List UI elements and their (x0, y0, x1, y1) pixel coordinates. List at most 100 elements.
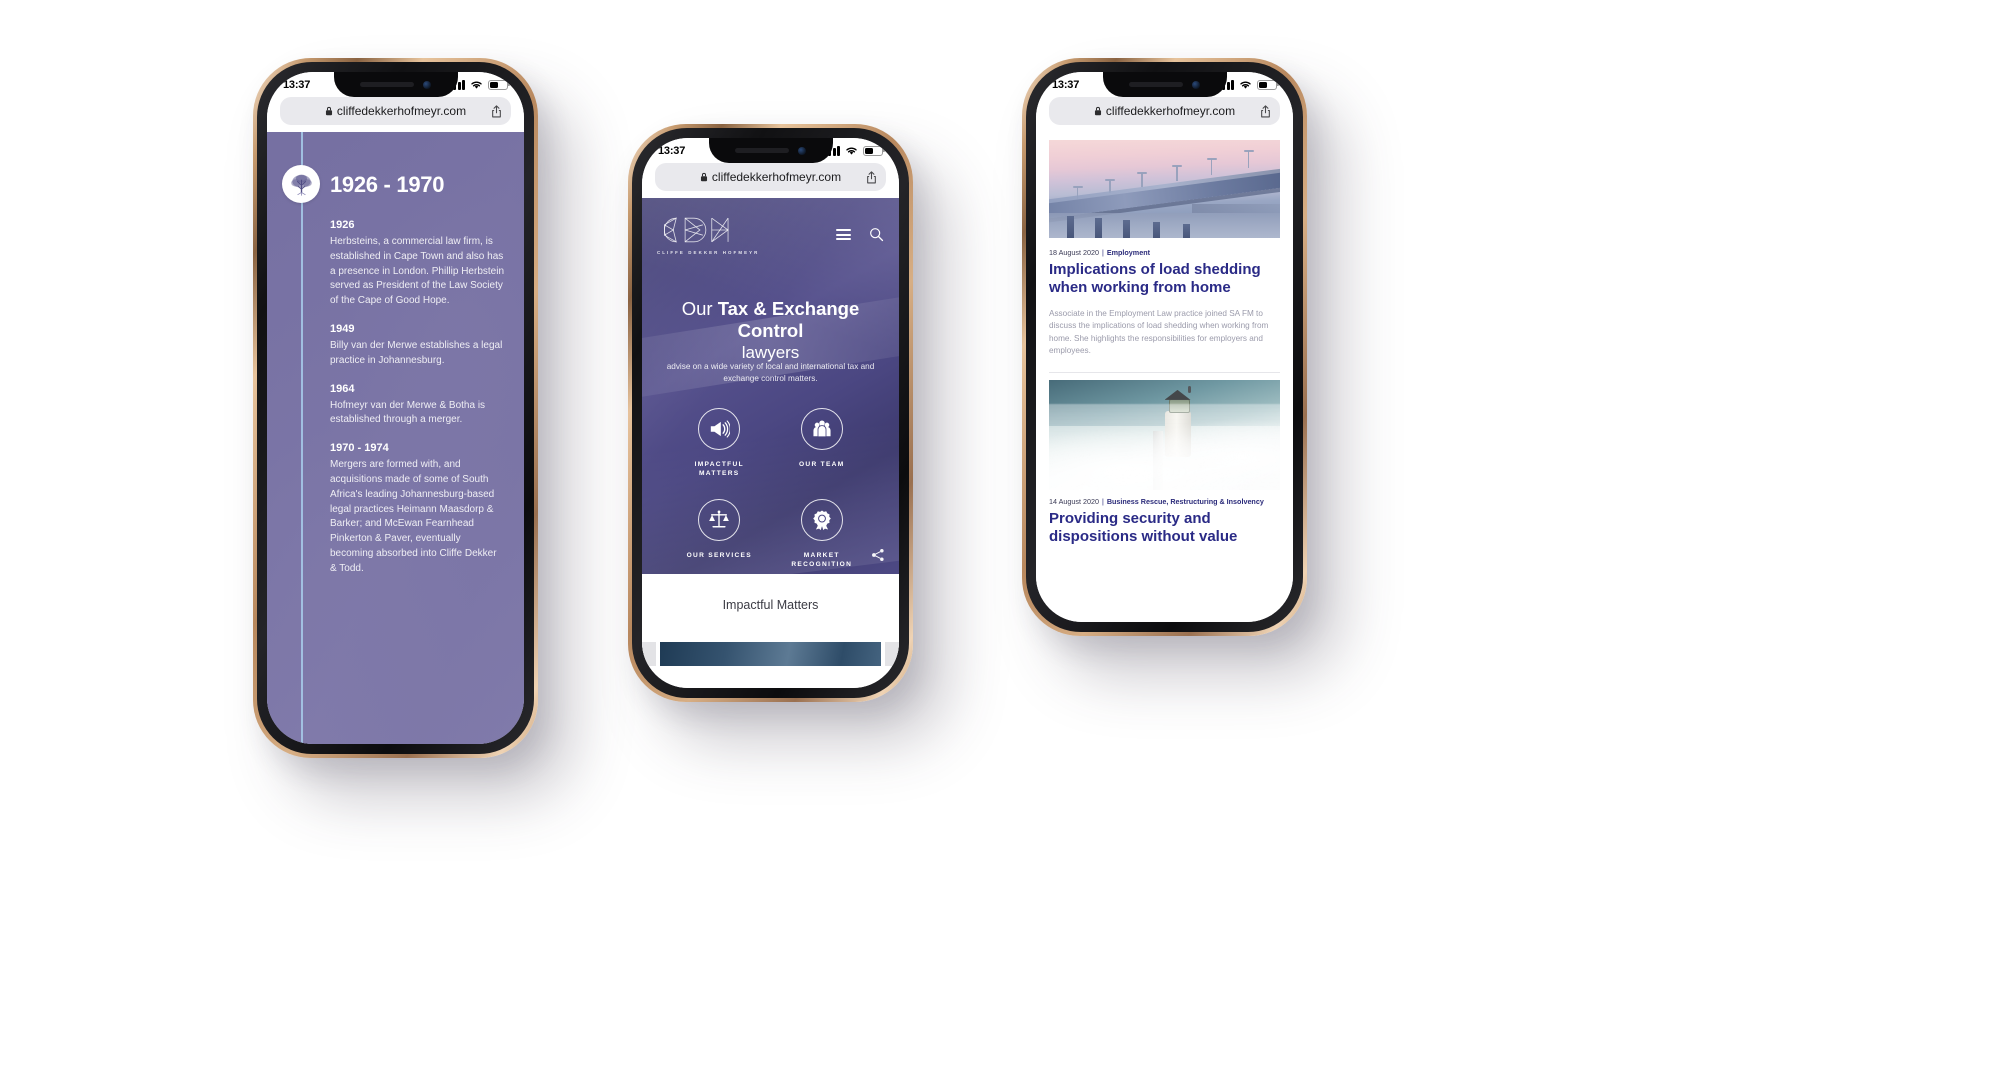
front-camera-icon (423, 80, 432, 89)
phone-right: 13:37 cliffedekkerhofmeyr.com 18 August … (1022, 58, 1307, 636)
wifi-icon (1240, 81, 1251, 89)
quick-link-impactful-matters[interactable]: IMPACTFUL MATTERS (668, 408, 771, 479)
event-year: 1964 (330, 382, 355, 395)
event-text: Billy van der Merwe establishes a legal … (330, 339, 503, 366)
status-time: 13:37 (1052, 78, 1080, 91)
section-title: Impactful Matters (722, 598, 819, 612)
timeline-node-tree-logo-icon (282, 165, 320, 203)
event-year: 1949 (330, 322, 355, 335)
share-ios-icon[interactable] (491, 104, 502, 118)
article-meta: 18 August 2020 | Employment (1049, 248, 1150, 257)
lighthouse-in-storm-photo (1049, 380, 1280, 490)
safari-toolbar: cliffedekkerhofmeyr.com (642, 163, 899, 198)
phone-left-bezel: 13:37 cliffedekkerhofmeyr.com 1926 - 197… (257, 62, 534, 754)
phone-left-screen: 13:37 cliffedekkerhofmeyr.com 1926 - 197… (267, 72, 524, 744)
carousel-card-image[interactable] (660, 642, 881, 666)
screenshot-canvas: 13:37 cliffedekkerhofmeyr.com 1926 - 197… (0, 0, 2000, 1067)
cdh-logo[interactable]: CLIFFE DEKKER HOFMEYR (657, 212, 759, 255)
hero-title: Our Tax & Exchange Control lawyers (652, 298, 889, 364)
phone-right-screen: 13:37 cliffedekkerhofmeyr.com 18 August … (1036, 72, 1293, 622)
quick-link-circle (698, 498, 741, 541)
battery-icon (1257, 79, 1279, 90)
hero-title-strong: Tax & Exchange Control (717, 298, 860, 341)
quick-link-our-team[interactable]: OUR TEAM (771, 408, 874, 479)
meta-separator: | (1101, 248, 1104, 257)
megaphone-icon (711, 420, 731, 438)
status-indicators (448, 79, 510, 90)
phone-center-bezel: 13:37 cliffedekkerhofmeyr.com CLIFFE DEK… (632, 128, 909, 698)
quick-link-market-recognition[interactable]: MARKET RECOGNITION (771, 498, 874, 570)
impactful-matters-section: Impactful Matters (642, 574, 899, 688)
battery-icon (488, 79, 510, 90)
hero-title-lead: Our (681, 298, 718, 319)
earpiece-speaker (359, 82, 415, 87)
quick-link-label: OUR SERVICES (686, 551, 752, 559)
quick-link-circle (800, 408, 843, 450)
scales-of-justice-icon (709, 510, 730, 528)
event-year: 1970 - 1974 (330, 442, 389, 455)
article-excerpt: Associate in the Employment Law practice… (1049, 309, 1269, 356)
lock-icon (700, 172, 707, 182)
lock-icon (1094, 106, 1101, 116)
event-year: 1926 (330, 219, 355, 231)
share-ios-icon[interactable] (866, 170, 877, 184)
carousel-peek-right (885, 642, 899, 666)
lock-icon (325, 106, 332, 116)
quick-link-label: IMPACTFUL MATTERS (694, 461, 744, 477)
phone-center: 13:37 cliffedekkerhofmeyr.com CLIFFE DEK… (628, 124, 913, 702)
safari-toolbar: cliffedekkerhofmeyr.com (1036, 97, 1293, 132)
address-bar[interactable]: cliffedekkerhofmeyr.com (1049, 97, 1280, 125)
timeline-event: 1926 Herbsteins, a commercial law firm, … (330, 219, 506, 309)
phone-center-screen: 13:37 cliffedekkerhofmeyr.com CLIFFE DEK… (642, 138, 899, 688)
news-feed: 18 August 2020 | Employment Implications… (1036, 132, 1293, 622)
award-ribbon-icon (812, 510, 831, 530)
tree-logo-icon (290, 174, 312, 196)
front-camera-icon (1192, 80, 1201, 89)
address-bar[interactable]: cliffedekkerhofmeyr.com (655, 163, 886, 191)
notch (1102, 72, 1227, 97)
quick-link-circle (800, 498, 843, 541)
notch (333, 72, 458, 97)
article-headline[interactable]: Implications of load shedding when worki… (1049, 261, 1271, 297)
article-category[interactable]: Employment (1107, 248, 1150, 257)
status-indicators (1217, 79, 1279, 90)
safari-toolbar: cliffedekkerhofmeyr.com (267, 97, 524, 132)
quick-link-our-services[interactable]: OUR SERVICES (668, 498, 771, 570)
search-icon[interactable] (869, 227, 884, 242)
timeline-page: 1926 - 1970 1926 Herbsteins, a commercia… (267, 132, 524, 744)
notch (708, 138, 833, 163)
article-date: 18 August 2020 (1049, 248, 1099, 257)
hero-subtitle: advise on a wide variety of local and in… (666, 362, 875, 383)
phone-right-bezel: 13:37 cliffedekkerhofmeyr.com 18 August … (1026, 62, 1303, 632)
bridge-at-dusk-photo (1049, 140, 1280, 238)
address-bar[interactable]: cliffedekkerhofmeyr.com (280, 97, 511, 125)
hamburger-menu-icon[interactable] (836, 229, 851, 240)
status-indicators (823, 145, 885, 156)
page-title: 1926 - 1970 (330, 172, 445, 197)
address-bar-url: cliffedekkerhofmeyr.com (336, 104, 467, 118)
article-date: 14 August 2020 (1049, 497, 1099, 506)
article-image-bridge[interactable] (1049, 140, 1280, 238)
cdh-hero: CLIFFE DEKKER HOFMEYR Our Tax & Exchange… (642, 198, 899, 574)
earpiece-speaker (1128, 82, 1184, 87)
timeline-axis (301, 132, 303, 744)
address-bar-url: cliffedekkerhofmeyr.com (711, 170, 842, 184)
article-headline[interactable]: Providing security and dispositions with… (1049, 510, 1271, 546)
quick-link-circle (698, 408, 741, 450)
phone-left: 13:37 cliffedekkerhofmeyr.com 1926 - 197… (253, 58, 538, 758)
share-ios-icon[interactable] (1260, 104, 1271, 118)
article-image-lighthouse[interactable] (1049, 380, 1280, 490)
timeline-events: 1926 Herbsteins, a commercial law firm, … (330, 219, 506, 591)
event-text: Mergers are formed with, and acquisition… (330, 459, 497, 574)
cdh-wordmark: CLIFFE DEKKER HOFMEYR (657, 250, 760, 255)
timeline-event: 1949 Billy van der Merwe establishes a l… (330, 323, 506, 369)
event-text: Herbsteins, a commercial law firm, is es… (330, 236, 504, 307)
earpiece-speaker (734, 148, 790, 153)
site-header: CLIFFE DEKKER HOFMEYR (642, 212, 899, 255)
share-network-button[interactable] (871, 548, 885, 562)
article-divider (1049, 372, 1280, 373)
quick-links-grid: IMPACTFUL MATTERS OUR TEAM OUR SERVICES … (668, 408, 873, 570)
battery-icon (863, 145, 885, 156)
wifi-icon (846, 147, 857, 155)
article-category[interactable]: Business Rescue, Restructuring & Insolve… (1107, 497, 1264, 506)
